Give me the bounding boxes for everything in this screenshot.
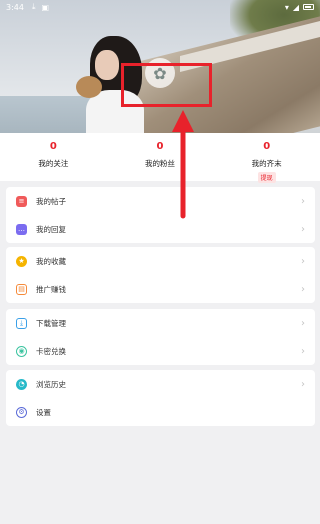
stat-value: 0 xyxy=(263,141,271,152)
menu-item-history[interactable]: ◔ 浏览历史 › xyxy=(6,370,315,398)
reply-icon: … xyxy=(16,223,27,235)
menu-label: 设置 xyxy=(36,407,51,417)
chevron-right-icon: › xyxy=(301,283,305,295)
redeem-icon: ◉ xyxy=(16,345,27,357)
chevron-right-icon: › xyxy=(301,195,305,207)
settings-icon: ⚙ xyxy=(16,406,27,418)
person-face xyxy=(95,50,119,80)
menu-label: 下载管理 xyxy=(36,318,66,328)
stat-fans[interactable]: 0 我的粉丝 xyxy=(107,133,214,181)
post-icon: ≡ xyxy=(16,195,27,207)
signal-icon: ◢ xyxy=(292,2,299,12)
menu-group-tools: ⤓ 下载管理 › ◉ 卡密兑换 › xyxy=(6,309,315,365)
coconut xyxy=(76,76,102,98)
menu-item-settings[interactable]: ⚙ 设置 xyxy=(6,398,315,426)
stat-value: 0 xyxy=(49,141,57,152)
chevron-right-icon: › xyxy=(301,345,305,357)
status-time: 3:44 xyxy=(6,2,24,12)
stat-value: 0 xyxy=(156,141,164,152)
withdraw-badge[interactable]: 提现 xyxy=(257,172,276,183)
status-bar: 3:44 ⤓ ▣ ▾ ◢ xyxy=(0,0,320,14)
menu-label: 我的帖子 xyxy=(36,196,66,206)
download-icon: ⤓ xyxy=(31,2,36,11)
stats-bar: 0 我的关注 0 我的粉丝 0 我的齐末 提现 xyxy=(0,133,320,183)
menu-item-redeem[interactable]: ◉ 卡密兑换 › xyxy=(6,337,315,365)
menu-item-my-replies[interactable]: … 我的回复 › xyxy=(6,215,315,243)
stat-label: 我的关注 xyxy=(38,159,69,168)
gift-icon: ▤ xyxy=(16,283,27,295)
wifi-icon: ▾ xyxy=(284,2,289,12)
menu-group-system: ◔ 浏览历史 › ⚙ 设置 xyxy=(6,370,315,426)
chevron-right-icon: › xyxy=(301,223,305,235)
chevron-right-icon: › xyxy=(301,317,305,329)
menu-item-downloads[interactable]: ⤓ 下载管理 › xyxy=(6,309,315,337)
history-icon: ◔ xyxy=(16,378,27,390)
download-manage-icon: ⤓ xyxy=(16,317,27,329)
menu-label: 卡密兑换 xyxy=(36,346,66,356)
image-icon: ▣ xyxy=(41,2,50,12)
menu-item-favorites[interactable]: ★ 我的收藏 › xyxy=(6,247,315,275)
chevron-right-icon: › xyxy=(301,378,305,390)
menu-group-content: ≡ 我的帖子 › … 我的回复 › xyxy=(6,187,315,243)
stat-following[interactable]: 0 我的关注 xyxy=(0,133,107,181)
menu-label: 我的收藏 xyxy=(36,256,66,266)
menu-item-promote[interactable]: ▤ 推广赚钱 › xyxy=(6,275,315,303)
menu-label: 推广赚钱 xyxy=(36,284,66,294)
stat-label: 我的齐末 xyxy=(251,159,282,168)
stat-label: 我的粉丝 xyxy=(145,159,175,168)
chevron-right-icon: › xyxy=(301,255,305,267)
menu-label: 浏览历史 xyxy=(36,379,66,389)
menu-item-my-posts[interactable]: ≡ 我的帖子 › xyxy=(6,187,315,215)
menu-group-earnings: ★ 我的收藏 › ▤ 推广赚钱 › xyxy=(6,247,315,303)
star-icon: ★ xyxy=(16,255,27,267)
stat-balance[interactable]: 0 我的齐末 提现 xyxy=(213,133,320,183)
battery-icon xyxy=(303,4,314,10)
menu-label: 我的回复 xyxy=(36,224,66,234)
highlight-box xyxy=(121,63,212,107)
